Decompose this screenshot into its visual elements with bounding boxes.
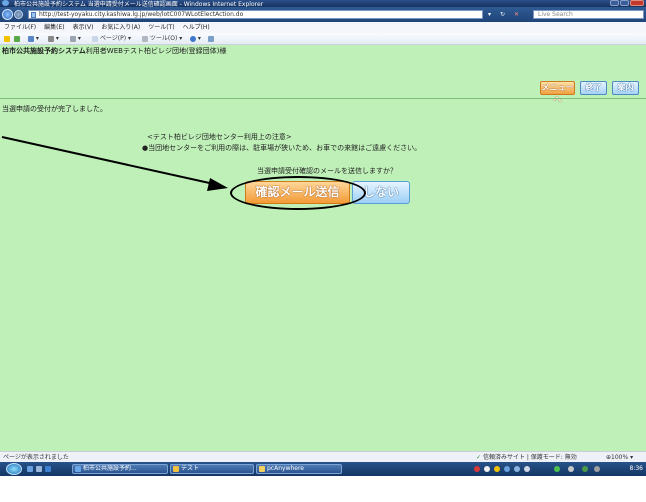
zone-text: 信頼済みサイト | 保護モード: 無効	[482, 454, 577, 461]
tools-menu-label: ツール(O)	[149, 35, 178, 42]
start-button[interactable]	[6, 463, 22, 475]
taskbar-item-ie[interactable]: 柏市公共施設予約...	[72, 464, 168, 474]
address-row: http://test-yoyaku.city.kashiwa.lg.jp/we…	[0, 7, 646, 22]
system-title: 柏市公共施設予約システム	[2, 47, 86, 55]
tray-volume-icon[interactable]	[568, 466, 574, 472]
taskbar-item-test[interactable]: テスト	[170, 464, 254, 474]
window-controls	[610, 0, 644, 7]
menu-tools[interactable]: ツール(T)	[144, 22, 178, 33]
end-button[interactable]: 終了	[580, 81, 607, 95]
tray-battery-icon[interactable]	[594, 466, 600, 472]
send-confirmation-email-button[interactable]: 確認メール送信	[245, 181, 350, 204]
taskbar-item-test-label: テスト	[181, 465, 200, 472]
stop-icon[interactable]: ✕	[514, 10, 519, 19]
back-button[interactable]	[2, 9, 13, 20]
tray-settings-icon[interactable]	[524, 466, 530, 472]
taskbar-item-ie-label: 柏市公共施設予約...	[83, 465, 137, 472]
quicklaunch-switch-icon[interactable]	[36, 466, 42, 472]
pcanywhere-task-icon	[259, 466, 265, 472]
tray-network-icon[interactable]	[514, 466, 520, 472]
search-input[interactable]: Live Search	[533, 10, 644, 19]
minimize-button[interactable]	[610, 0, 619, 6]
do-not-send-button[interactable]: しない	[352, 181, 410, 204]
tray-update-icon[interactable]	[582, 466, 588, 472]
page-menu-button[interactable]: ページ(P) ▾	[92, 34, 131, 43]
address-controls: ▾ ↻ ✕	[488, 10, 530, 19]
system-tray: 8:36	[470, 462, 646, 476]
page-menu-label: ページ(P)	[99, 35, 127, 42]
tray-help-icon[interactable]	[504, 466, 510, 472]
tray-app-icon[interactable]	[474, 466, 480, 472]
quicklaunch-desktop-icon[interactable]	[27, 466, 33, 472]
zone-check-icon: ✓	[476, 454, 483, 461]
taskbar-item-pcanywhere[interactable]: pcAnywhere	[256, 464, 342, 474]
taskbar-item-pcanywhere-label: pcAnywhere	[267, 465, 304, 472]
notice-body: ●当団地センターをご利用の際は、駐車場が狭いため、お車での来館はご遠慮ください。	[142, 144, 422, 152]
clock[interactable]: 8:36	[630, 462, 643, 476]
taskbar: 柏市公共施設予約... テスト pcAnywhere 8:36	[0, 462, 646, 502]
page-content: 柏市公共施設予約システム利用者WEBテスト柏ビレジ団地(登録団体)様 メニューへ…	[0, 45, 646, 451]
address-url: http://test-yoyaku.city.kashiwa.lg.jp/we…	[39, 11, 244, 18]
menu-help[interactable]: ヘルプ(H)	[179, 22, 214, 33]
title-bar: 柏市公共施設予約システム 当選申請受付メール送信確認画面 - Windows I…	[0, 0, 646, 8]
research-icon[interactable]	[208, 34, 214, 43]
tray-ime2-icon[interactable]	[494, 466, 500, 472]
menu-edit[interactable]: 編集(E)	[40, 22, 68, 33]
tools-menu-button[interactable]: ツール(O) ▾	[142, 34, 182, 43]
header-buttons: メニューへ 終了 案内	[540, 81, 639, 104]
feeds-icon[interactable]: ▾	[48, 34, 59, 43]
address-bar[interactable]: http://test-yoyaku.city.kashiwa.lg.jp/we…	[28, 10, 483, 19]
command-bar: ▾ ▾ ▾ ページ(P) ▾ ツール(O) ▾ ▾	[0, 33, 646, 45]
help-icon[interactable]: ▾	[190, 34, 201, 43]
favorites-star-icon[interactable]	[4, 34, 10, 43]
tray-status-icon[interactable]	[554, 466, 560, 472]
ie-icon	[2, 0, 9, 6]
page-icon	[31, 12, 36, 18]
page-title: 柏市公共施設予約システム利用者WEBテスト柏ビレジ団地(登録団体)様	[2, 46, 226, 56]
completion-message: 当選申請の受付が完了しました。	[2, 105, 107, 113]
search-placeholder: Live Search	[538, 11, 573, 18]
quicklaunch-ie-icon[interactable]	[45, 466, 51, 472]
page-header: 柏市公共施設予約システム利用者WEBテスト柏ビレジ団地(登録団体)様	[0, 45, 646, 58]
ie-window: 柏市公共施設予約システム 当選申請受付メール送信確認画面 - Windows I…	[0, 0, 646, 502]
guide-button[interactable]: 案内	[612, 81, 639, 95]
folder-task-icon	[173, 466, 179, 472]
print-icon[interactable]: ▾	[70, 34, 81, 43]
tray-ime-icon[interactable]	[484, 466, 490, 472]
divider	[0, 98, 646, 99]
taskbar-strip: 柏市公共施設予約... テスト pcAnywhere 8:36	[0, 462, 646, 476]
forward-button[interactable]	[14, 10, 23, 19]
menu-view[interactable]: 表示(V)	[69, 22, 98, 33]
arrow-head	[207, 178, 228, 191]
refresh-icon[interactable]: ↻	[500, 10, 505, 19]
menu-button[interactable]: メニューへ	[540, 81, 575, 104]
menu-favorites[interactable]: お気に入り(A)	[97, 22, 144, 33]
maximize-button[interactable]	[620, 0, 629, 6]
user-greeting: 利用者WEBテスト柏ビレジ団地(登録団体)様	[85, 47, 227, 55]
home-icon[interactable]: ▾	[28, 34, 39, 43]
ie-task-icon	[75, 466, 81, 472]
menu-file[interactable]: ファイル(F)	[0, 22, 40, 33]
add-favorites-icon[interactable]	[14, 34, 20, 43]
zoom-text: 100%	[611, 454, 629, 461]
notice-title: <テスト柏ビレジ団地センター利用上の注意>	[147, 133, 292, 141]
dropdown-arrow-icon[interactable]: ▾	[488, 10, 491, 19]
close-button[interactable]	[630, 0, 644, 6]
send-question: 当選申請受付確認のメールを送信しますか？	[257, 167, 397, 175]
